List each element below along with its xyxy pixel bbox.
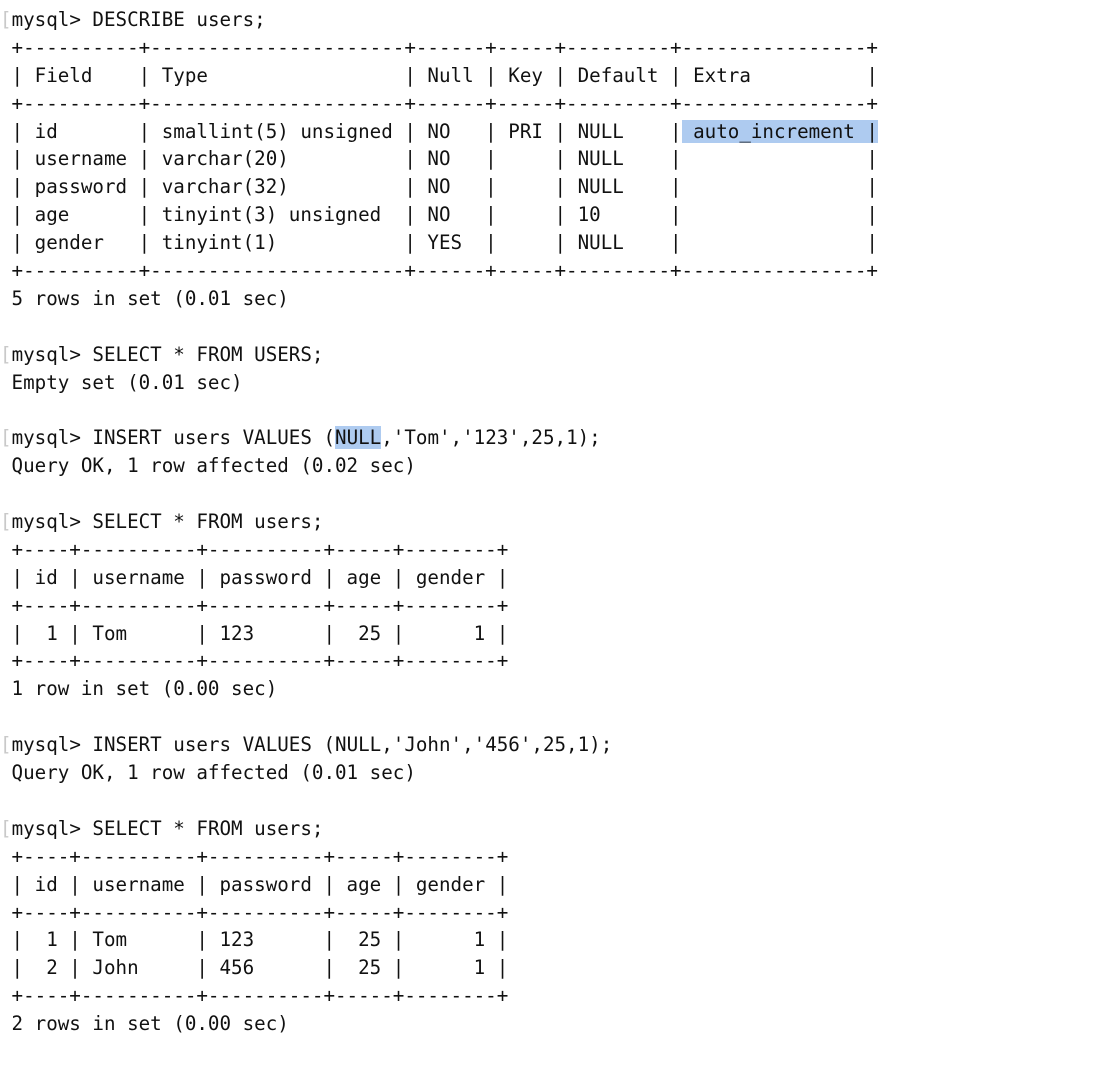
select-users-one-row-block-table-bottom-border: +----+----------+----------+-----+------…: [0, 649, 509, 673]
terminal-output[interactable]: [mysql> DESCRIBE users; +----------+----…: [0, 0, 1106, 1038]
describe-users-block-command[interactable]: [mysql> DESCRIBE users;: [0, 6, 1106, 34]
table-row: | id | smallint(5) unsigned | NO | PRI |…: [0, 119, 878, 143]
table-row: | username | varchar(20) | NO | | NULL |…: [0, 147, 878, 171]
highlighted-null-token: NULL: [335, 426, 382, 450]
insert-tom-block-status: Query OK, 1 row affected (0.02 sec): [0, 454, 416, 478]
insert-tom-block-command[interactable]: [mysql> INSERT users VALUES (NULL,'Tom',…: [0, 424, 1106, 452]
insert-john-block-command[interactable]: [mysql> INSERT users VALUES (NULL,'John'…: [0, 731, 1106, 759]
describe-users-block-table-bottom-border: +----------+----------------------+-----…: [0, 259, 878, 283]
describe-users-block-table-header-separator: +----------+----------------------+-----…: [0, 91, 878, 115]
select-users-one-row-block-command[interactable]: [mysql> SELECT * FROM users;: [0, 508, 1106, 536]
select-users-one-row-block-table-top-border: +----+----------+----------+-----+------…: [0, 537, 509, 561]
select-users-one-row-block-status: 1 row in set (0.00 sec): [0, 677, 278, 701]
insert-john-block-status: Query OK, 1 row affected (0.01 sec): [0, 761, 416, 785]
select-users-two-rows-block-command[interactable]: [mysql> SELECT * FROM users;: [0, 815, 1106, 843]
table-row: | password | varchar(32) | NO | | NULL |…: [0, 175, 878, 199]
describe-users-block-table-top-border: +----------+----------------------+-----…: [0, 35, 878, 59]
select-users-two-rows-block-table-bottom-border: +----+----------+----------+-----+------…: [0, 984, 509, 1008]
table-row: | gender | tinyint(1) | YES | | NULL | |: [0, 231, 878, 255]
table-row: | age | tinyint(3) unsigned | NO | | 10 …: [0, 203, 878, 227]
describe-users-block-table-header-row: | Field | Type | Null | Key | Default | …: [0, 63, 878, 87]
select-empty-block-status: Empty set (0.01 sec): [0, 370, 243, 394]
select-users-two-rows-block-status: 2 rows in set (0.00 sec): [0, 1012, 289, 1036]
select-empty-block-command[interactable]: [mysql> SELECT * FROM USERS;: [0, 341, 1106, 369]
describe-users-block-status: 5 rows in set (0.01 sec): [0, 286, 289, 310]
highlighted-extra-cell: auto_increment |: [681, 119, 878, 143]
select-users-one-row-block-table-header-separator: +----+----------+----------+-----+------…: [0, 593, 509, 617]
table-row: | 1 | Tom | 123 | 25 | 1 |: [0, 928, 509, 952]
table-row: | 2 | John | 456 | 25 | 1 |: [0, 956, 509, 980]
select-users-two-rows-block-table-header-separator: +----+----------+----------+-----+------…: [0, 900, 509, 924]
table-row: | 1 | Tom | 123 | 25 | 1 |: [0, 621, 509, 645]
select-users-one-row-block-table-header-row: | id | username | password | age | gende…: [0, 565, 509, 589]
select-users-two-rows-block-table-top-border: +----+----------+----------+-----+------…: [0, 844, 509, 868]
select-users-two-rows-block-table-header-row: | id | username | password | age | gende…: [0, 872, 509, 896]
